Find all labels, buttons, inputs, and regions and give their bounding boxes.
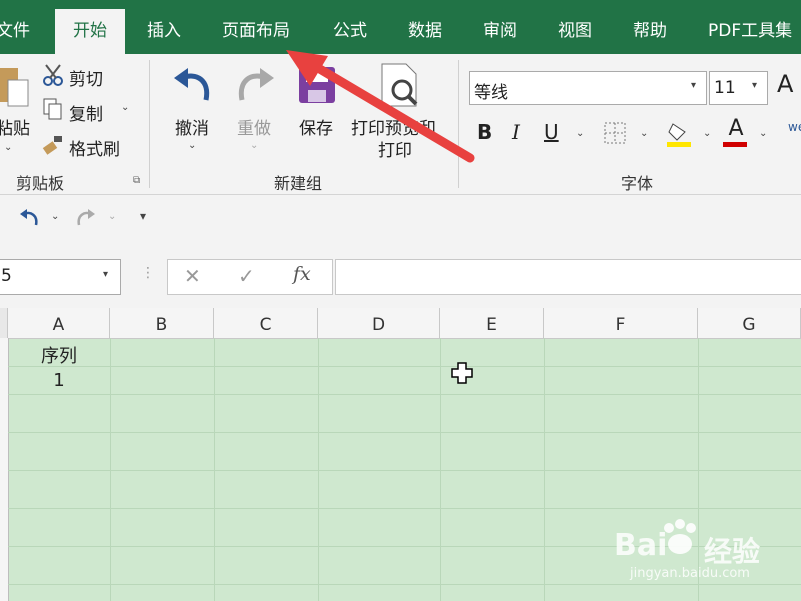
- scissors-icon: [42, 64, 64, 86]
- format-painter-icon: [42, 134, 64, 156]
- cut-button[interactable]: 剪切: [69, 65, 103, 90]
- font-size-input[interactable]: 11: [709, 71, 768, 105]
- chevron-down-icon[interactable]: ⌄: [640, 128, 648, 139]
- clipboard-group-label: 剪贴板: [16, 174, 65, 193]
- grid-line: [8, 508, 801, 509]
- column-header-g[interactable]: G: [698, 308, 801, 338]
- column-header-e[interactable]: E: [440, 308, 544, 338]
- chevron-down-icon[interactable]: ▾: [103, 269, 108, 280]
- chevron-down-icon[interactable]: ⌄: [576, 128, 584, 139]
- paste-icon[interactable]: [0, 64, 30, 110]
- tab-insert[interactable]: 插入: [147, 9, 181, 54]
- font-group-label: 字体: [621, 174, 654, 193]
- grid-line: [8, 432, 801, 433]
- column-header-f[interactable]: F: [544, 308, 698, 338]
- confirm-icon[interactable]: ✓: [238, 264, 255, 288]
- formula-bar: 5 ▾ ⋮ ✕ ✓ fx: [0, 243, 801, 308]
- drag-handle-icon[interactable]: ⋮: [141, 265, 155, 281]
- ribbon-tab-bar: 文件 开始 插入 页面布局 公式 数据 审阅 视图 帮助 PDF工具集: [0, 0, 801, 54]
- copy-icon: [43, 98, 63, 120]
- insert-function-icon[interactable]: fx: [293, 263, 311, 285]
- column-headers: A B C D E F G: [0, 308, 801, 339]
- tab-file[interactable]: 文件: [0, 9, 30, 54]
- tab-view[interactable]: 视图: [558, 9, 592, 54]
- redo-icon[interactable]: [75, 207, 97, 229]
- grow-font-button[interactable]: A: [777, 70, 793, 98]
- undo-icon: [172, 64, 214, 106]
- quick-access-toolbar: ⌄ ⌄ ▾: [0, 195, 801, 243]
- cancel-icon[interactable]: ✕: [184, 264, 201, 288]
- undo-button[interactable]: 撤消: [175, 114, 209, 139]
- column-header-b[interactable]: B: [110, 308, 214, 338]
- paste-button[interactable]: 粘贴: [0, 114, 30, 139]
- chevron-down-icon[interactable]: ⌄: [4, 142, 12, 153]
- border-icon[interactable]: [604, 122, 626, 144]
- customize-qat-icon[interactable]: ▾: [140, 209, 146, 223]
- tab-pdf-tools[interactable]: PDF工具集: [708, 9, 792, 54]
- cell-a1[interactable]: 序列: [8, 342, 110, 368]
- grid-line: [8, 470, 801, 471]
- underline-button[interactable]: U: [544, 120, 559, 144]
- tab-help[interactable]: 帮助: [633, 9, 667, 54]
- select-all-corner[interactable]: [0, 308, 8, 338]
- font-name-input[interactable]: 等线: [469, 71, 707, 105]
- grid-line: [8, 584, 801, 585]
- watermark-url: jingyan.baidu.com: [630, 566, 750, 581]
- tab-home[interactable]: 开始: [55, 9, 125, 54]
- redo-icon: [234, 64, 276, 106]
- font-color-icon[interactable]: A: [723, 118, 749, 148]
- dialog-launcher-icon[interactable]: ⧉: [133, 175, 140, 186]
- formula-input[interactable]: [335, 259, 801, 295]
- tab-review[interactable]: 审阅: [483, 9, 517, 54]
- italic-button[interactable]: I: [512, 120, 520, 144]
- grid-line: [8, 366, 801, 367]
- chevron-down-icon[interactable]: ⌄: [703, 128, 711, 139]
- format-painter-button[interactable]: 格式刷: [69, 135, 120, 160]
- redo-button[interactable]: 重做: [237, 114, 271, 139]
- grid-line: [8, 394, 801, 395]
- cell-cursor-icon: [451, 362, 473, 384]
- chevron-down-icon[interactable]: ▾: [691, 80, 696, 91]
- watermark-brand-2: 经验: [704, 535, 761, 568]
- cell-a2[interactable]: 1: [8, 370, 110, 391]
- chevron-down-icon[interactable]: ⌄: [108, 211, 116, 222]
- chevron-down-icon[interactable]: ▾: [752, 80, 757, 91]
- chevron-down-icon[interactable]: ⌄: [121, 102, 129, 113]
- chevron-down-icon[interactable]: ⌄: [51, 211, 59, 222]
- column-header-a[interactable]: A: [8, 308, 110, 338]
- chevron-down-icon[interactable]: ⌄: [759, 128, 767, 139]
- annotation-arrow: [280, 48, 480, 168]
- phonetic-icon[interactable]: wé: [788, 120, 801, 134]
- undo-icon[interactable]: [18, 207, 40, 229]
- chevron-down-icon[interactable]: ⌄: [250, 140, 258, 151]
- watermark-brand: Bai: [614, 528, 668, 563]
- column-header-d[interactable]: D: [318, 308, 440, 338]
- group-divider: [149, 60, 150, 188]
- chevron-down-icon[interactable]: ⌄: [188, 140, 196, 151]
- column-header-c[interactable]: C: [214, 308, 318, 338]
- newgroup-group-label: 新建组: [274, 174, 323, 193]
- fill-color-icon[interactable]: [667, 120, 693, 148]
- copy-button[interactable]: 复制: [69, 100, 103, 125]
